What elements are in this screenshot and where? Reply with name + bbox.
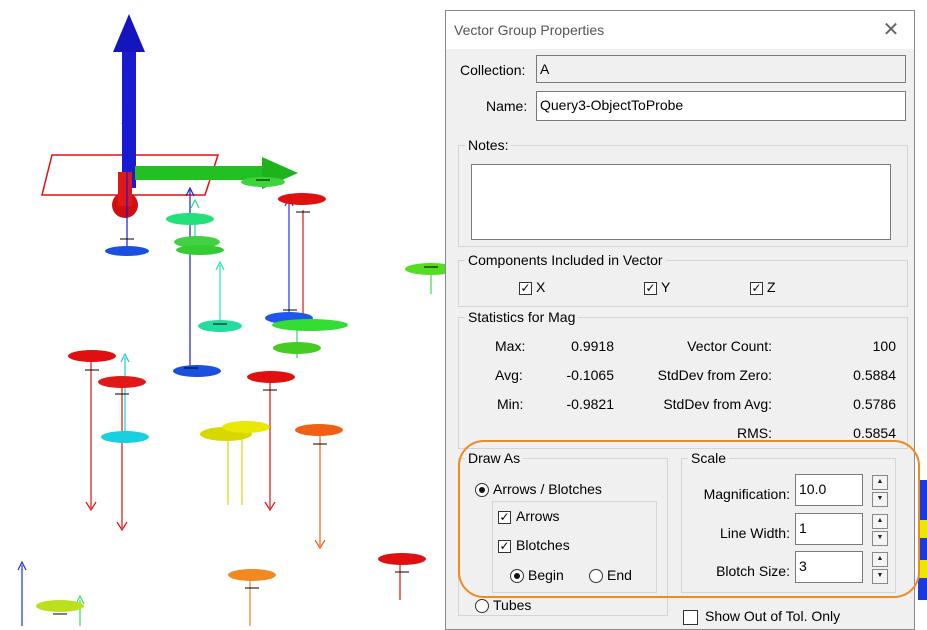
arrows-blotches-subgroup: ✓ Arrows ✓ Blotches Begin End [492,501,657,593]
blotches-label: Blotches [516,537,570,553]
dialog-title: Vector Group Properties [454,22,605,38]
arrows-blotches-label: Arrows / Blotches [493,481,602,497]
max-label: Max: [495,338,526,354]
end-label: End [607,567,632,583]
statistics-group: Statistics for Mag Max: 0.9918 Avg: -0.1… [458,309,908,449]
axis-x-icon [135,166,265,180]
blotches-checkbox[interactable]: ✓ [498,540,511,553]
min-label: Min: [497,396,524,412]
axis-z-icon [122,48,136,188]
magnification-label: Magnification: [703,486,790,502]
rms-value: 0.5854 [853,425,896,441]
collection-field[interactable]: A [536,55,906,83]
magnification-spinner[interactable]: ▲ ▼ [872,475,888,507]
y-checkbox[interactable]: ✓ [644,282,657,295]
min-value: -0.9821 [566,396,614,412]
scale-title: Scale [688,450,730,466]
tubes-radio[interactable] [475,599,489,613]
components-group: Components Included in Vector ✓ X ✓ Y ✓ … [458,252,908,307]
arrows-label: Arrows [516,508,560,524]
vector-count-label: Vector Count: [687,338,772,354]
blotch-size-label: Blotch Size: [716,563,790,579]
stddev-zero-label: StdDev from Zero: [657,367,772,383]
y-label: Y [661,279,671,295]
vector-count-value: 100 [872,338,896,354]
line-width-spinner[interactable]: ▲ ▼ [872,514,888,546]
notes-group: Notes: [458,137,908,247]
begin-label: Begin [528,567,564,583]
title-bar: Vector Group Properties ✕ [446,11,914,49]
close-icon[interactable]: ✕ [880,17,902,42]
stddev-avg-label: StdDev from Avg: [663,396,772,412]
z-checkbox[interactable]: ✓ [750,282,763,295]
axis-z-arrowhead-icon [113,14,145,52]
arrows-blotches-radio[interactable] [475,483,489,497]
max-value: 0.9918 [571,338,614,354]
name-field[interactable]: Query3-ObjectToProbe [536,91,906,121]
axis-y-icon [118,172,132,206]
z-label: Z [767,279,776,295]
avg-label: Avg: [495,367,523,383]
statistics-title: Statistics for Mag [465,309,579,325]
draw-as-group: Draw As Arrows / Blotches ✓ Arrows ✓ Blo… [458,450,668,616]
show-out-of-tol-label: Show Out of Tol. Only [705,608,841,624]
blotch-size-spinner[interactable]: ▲ ▼ [872,552,888,584]
show-out-of-tol-checkbox[interactable] [683,610,698,625]
scale-group: Scale Magnification: 10.0 ▲ ▼ Line Width:… [681,450,896,593]
blotch-size-field[interactable]: 3 [795,551,863,583]
rms-label: RMS: [737,425,772,441]
line-width-field[interactable]: 1 [795,513,863,545]
x-checkbox[interactable]: ✓ [519,282,532,295]
notes-label: Notes: [465,137,512,153]
collection-label: Collection: [460,62,526,78]
notes-field[interactable] [471,164,891,240]
arrows-checkbox[interactable]: ✓ [498,511,511,524]
name-label: Name: [486,98,528,114]
vector-group-properties-dialog: Vector Group Properties ✕ Collection: A … [445,10,915,630]
draw-as-title: Draw As [465,450,524,466]
tubes-label: Tubes [493,597,532,613]
line-width-label: Line Width: [719,525,790,541]
avg-value: -0.1065 [566,367,614,383]
stddev-zero-value: 0.5884 [853,367,896,383]
components-title: Components Included in Vector [465,252,666,268]
end-radio[interactable] [589,569,603,583]
magnification-field[interactable]: 10.0 [795,474,863,506]
stddev-avg-value: 0.5786 [853,396,896,412]
begin-radio[interactable] [510,569,524,583]
x-label: X [536,279,546,295]
